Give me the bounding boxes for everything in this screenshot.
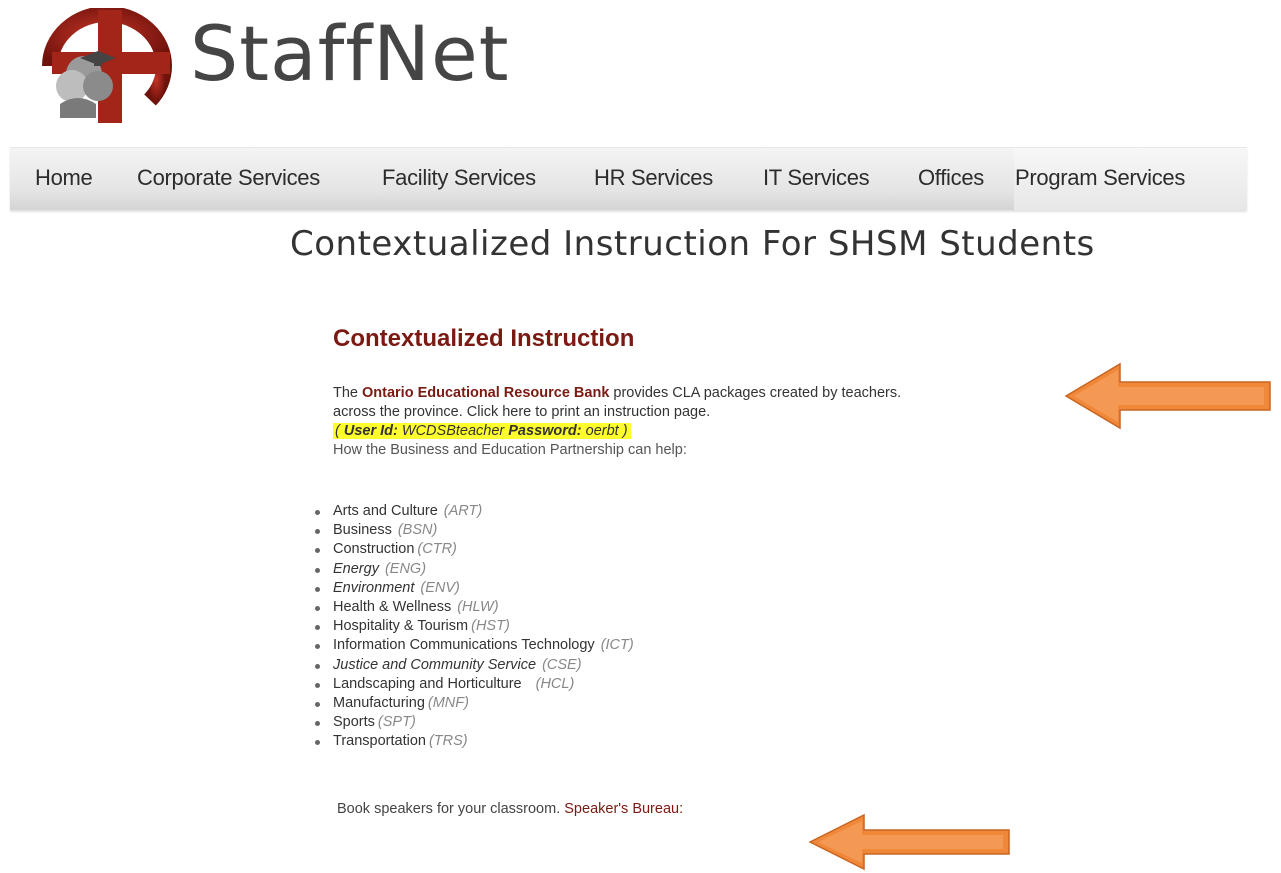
sector-code: (ICT)	[600, 637, 634, 654]
page-title: Contextualized Instruction For SHSM Stud…	[290, 224, 1095, 264]
list-item: Arts and Culture (ART)	[313, 502, 634, 521]
intro-suffix: provides CLA packages created by teacher…	[609, 385, 902, 401]
intro-prefix: The	[333, 385, 363, 401]
credentials-open-paren: (	[335, 423, 344, 439]
nav-program-services[interactable]: Program Services	[1015, 165, 1185, 191]
resource-bank-link[interactable]: Ontario Educational Resource Bank	[362, 385, 609, 401]
sector-code: (SPT)	[377, 714, 416, 731]
list-item: Construction (CTR)	[313, 540, 634, 559]
sector-link[interactable]: Information Communications Technology	[333, 637, 595, 653]
nav-hr-services[interactable]: HR Services	[594, 165, 713, 191]
print-instruction-link[interactable]: across the province. Click here to print…	[333, 403, 901, 422]
user-id-label: User Id:	[343, 423, 398, 439]
sector-link[interactable]: Sports	[333, 714, 375, 730]
sector-link[interactable]: Hospitality & Tourism	[333, 618, 468, 634]
list-item: Transportation (TRS)	[313, 732, 634, 751]
list-item: Environment (ENV)	[313, 579, 634, 598]
arrow-left-icon	[808, 813, 1010, 871]
credentials-highlight: ( User Id: WCDSBteacher Password: oerbt …	[333, 423, 631, 439]
password-label: Password:	[508, 423, 582, 439]
list-item: Manufacturing (MNF)	[313, 694, 634, 713]
arrow-left-icon	[1064, 362, 1271, 430]
sector-link[interactable]: Construction	[333, 541, 414, 557]
list-item: Hospitality & Tourism (HST)	[313, 617, 634, 636]
password-value: oerbt	[581, 423, 619, 439]
sector-code: (CTR)	[417, 541, 457, 558]
sector-code: (ART)	[443, 503, 483, 519]
sector-link[interactable]: Environment	[333, 580, 414, 596]
list-item: Health & Wellness (HLW)	[313, 598, 634, 617]
main-nav: Home Corporate Services Facility Service…	[10, 147, 1247, 210]
sector-code: (ENG)	[384, 560, 427, 577]
site-title[interactable]: StaffNet	[190, 16, 510, 92]
sector-code: (ENV)	[420, 579, 460, 596]
partnership-text: How the Business and Education Partnersh…	[333, 442, 687, 458]
sector-code: (MNF)	[427, 694, 469, 711]
nav-it-services[interactable]: IT Services	[763, 165, 870, 191]
sector-code: (CSE)	[542, 656, 582, 673]
sector-code: (TRS)	[428, 733, 468, 750]
staffnet-logo-icon[interactable]	[32, 8, 182, 123]
sector-code: (HCL)	[535, 675, 575, 692]
list-item: Sports (SPT)	[313, 713, 634, 732]
nav-offices[interactable]: Offices	[918, 165, 984, 191]
intro-text: The Ontario Educational Resource Bank pr…	[333, 384, 901, 460]
sector-code: (BSN)	[397, 522, 438, 539]
sector-list: Arts and Culture (ART) Business (BSN) Cons…	[313, 502, 634, 751]
list-item: Justice and Community Service (CSE)	[313, 656, 634, 675]
sector-link[interactable]: Transportation	[333, 733, 426, 749]
sector-link[interactable]: Arts and Culture	[333, 503, 438, 519]
sector-link[interactable]: Energy	[333, 561, 379, 577]
sector-link[interactable]: Justice and Community Service	[333, 657, 536, 673]
section-heading: Contextualized Instruction	[333, 325, 635, 352]
sector-code: (HLW)	[457, 598, 499, 615]
nav-corporate-services[interactable]: Corporate Services	[137, 165, 320, 191]
user-id-value: WCDSBteacher	[397, 423, 509, 439]
list-item: Information Communications Technology (IC…	[313, 636, 634, 655]
list-item: Landscaping and Horticulture (HCL)	[313, 675, 634, 694]
sector-link[interactable]: Landscaping and Horticulture	[333, 676, 522, 692]
speakers-prefix: Book speakers for your classroom.	[337, 801, 565, 817]
sector-link[interactable]: Business	[333, 522, 392, 538]
nav-home[interactable]: Home	[35, 165, 93, 191]
speakers-text: Book speakers for your classroom. Speake…	[337, 801, 683, 817]
nav-facility-services[interactable]: Facility Services	[382, 165, 536, 191]
sector-link[interactable]: Health & Wellness	[333, 599, 451, 615]
sector-code: (HST)	[471, 618, 510, 635]
credentials-close-paren: )	[618, 423, 628, 439]
list-item: Energy (ENG)	[313, 560, 634, 579]
speakers-bureau-link[interactable]: Speaker's Bureau:	[564, 801, 683, 817]
sector-link[interactable]: Manufacturing	[333, 695, 425, 711]
list-item: Business (BSN)	[313, 521, 634, 540]
